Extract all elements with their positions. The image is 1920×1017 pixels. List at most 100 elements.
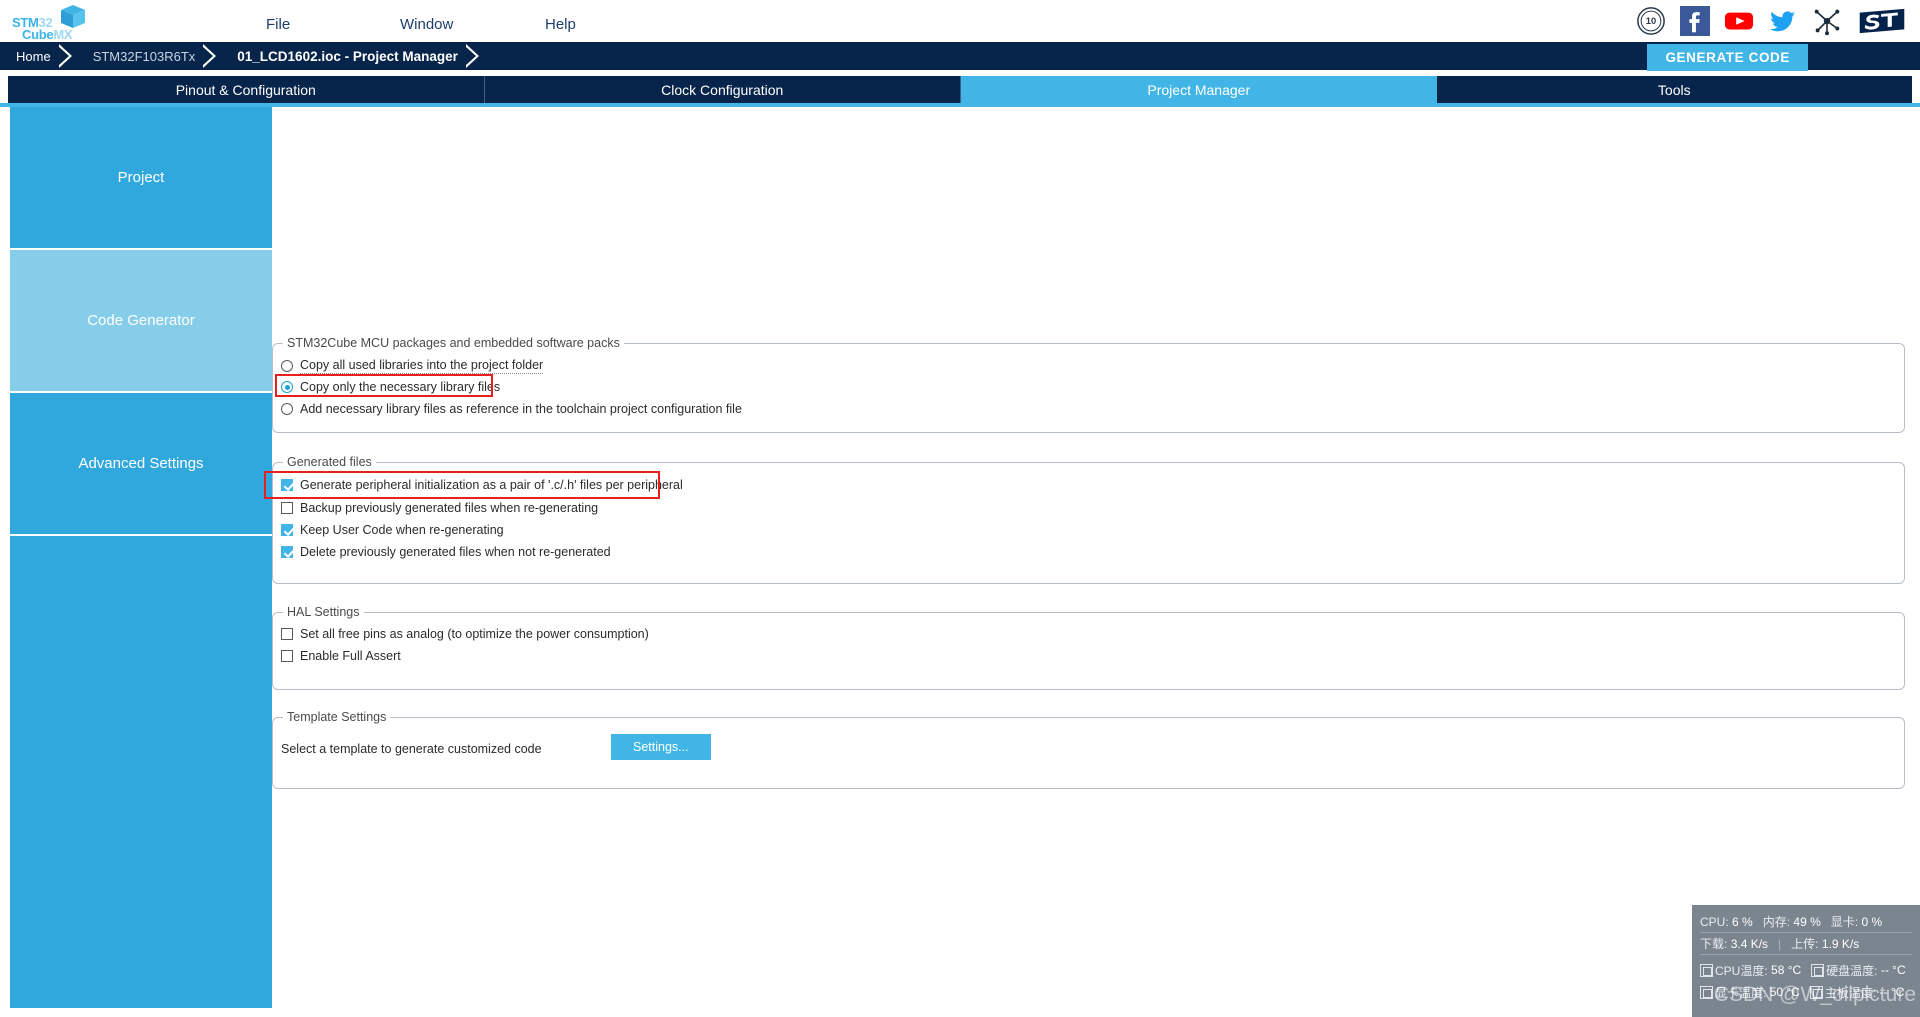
social-icon-bar: 10 [1636,4,1908,38]
checkbox-label: Keep User Code when re-generating [300,523,504,537]
memory-usage-label: 内存: [1762,915,1791,929]
breadcrumb-item-home[interactable]: Home [0,42,59,70]
checkbox-label: Set all free pins as analog (to optimize… [300,627,649,641]
main-tab-bar: Pinout & Configuration Clock Configurati… [8,76,1912,103]
sidebar-item-project[interactable]: Project [10,107,272,250]
gpu-card-icon [1700,985,1713,999]
system-monitor-network-row: 下载: 3.4 K/s | 上传: 1.9 K/s [1700,933,1912,955]
sidebar-item-advanced-settings[interactable]: Advanced Settings [10,393,272,536]
radio-add-library-as-reference[interactable]: Add necessary library files as reference… [281,402,742,416]
facebook-icon[interactable] [1680,6,1710,36]
stm32cubemx-logo: STM32 CubeMX [10,2,90,42]
checkbox-icon-checked [281,546,293,558]
hdd-temp-value: -- °C [1880,963,1906,977]
mcu-packages-group: STM32Cube MCU packages and embedded soft… [272,336,1905,433]
generate-code-button[interactable]: GENERATE CODE [1647,44,1808,71]
radio-label: Copy only the necessary library files [300,380,501,394]
checkbox-label: Backup previously generated files when r… [300,501,599,515]
checkbox-label: Delete previously generated files when n… [300,545,611,559]
breadcrumb-item-mcu[interactable]: STM32F103R6Tx [77,42,204,70]
gpu-temp-label: 显卡温度: [1715,985,1767,1000]
generated-files-group: Generated files Generate peripheral init… [264,455,1905,584]
tab-tools[interactable]: Tools [1436,76,1912,103]
system-monitor-temp-row-2: 显卡温度: 50 °C 主板温度: -- °C [1700,981,1912,1003]
tab-pinout-configuration[interactable]: Pinout & Configuration [8,76,485,103]
memory-usage-value: 49 % [1793,915,1821,929]
chevron-right-icon [58,42,77,70]
menu-file[interactable]: File [256,12,300,37]
radio-label: Add necessary library files as reference… [300,402,742,416]
template-settings-description: Select a template to generate customized… [281,742,542,756]
checkbox-label: Enable Full Assert [300,649,401,663]
tab-clock-configuration[interactable]: Clock Configuration [484,76,961,103]
gpu-temp-value: 50 °C [1769,985,1800,999]
checkbox-delete-previously-generated[interactable]: Delete previously generated files when n… [281,545,611,559]
download-value: 3.4 K/s [1730,937,1769,951]
menu-help[interactable]: Help [535,12,586,37]
harddisk-icon [1811,963,1825,977]
tab-project-manager[interactable]: Project Manager [961,76,1437,103]
checkbox-keep-user-code[interactable]: Keep User Code when re-generating [281,523,504,537]
cube-icon [61,5,85,28]
system-monitor-usage-row: CPU: 6 % 内存: 49 % 显卡: 0 % [1700,911,1912,933]
svg-text:10: 10 [1646,16,1656,26]
mb-temp-value: -- °C [1879,985,1905,999]
radio-label: Copy all used libraries into the project… [300,358,544,374]
radio-icon-selected [281,381,293,393]
mcu-packages-group-title: STM32Cube MCU packages and embedded soft… [283,336,624,350]
system-monitor-overlay: CPU: 6 % 内存: 49 % 显卡: 0 % 下载: 3.4 K/s | … [1692,905,1920,1017]
chevron-right-icon [203,42,221,70]
checkbox-backup-previously-generated[interactable]: Backup previously generated files when r… [281,501,598,515]
system-monitor-temp-row-1: CPU温度: 58 °C 硬盘温度: -- °C [1700,959,1912,981]
checkbox-icon [281,650,293,662]
sidebar-item-label: Code Generator [87,312,195,329]
checkbox-enable-full-assert[interactable]: Enable Full Assert [281,649,401,663]
project-manager-sidebar: Project Code Generator Advanced Settings [10,107,272,1010]
checkbox-icon [281,502,293,514]
logo-cube-text: Cube [22,27,54,42]
youtube-icon[interactable] [1724,6,1754,36]
sidebar-item-code-generator[interactable]: Code Generator [10,250,272,393]
radio-copy-necessary-library-files[interactable]: Copy only the necessary library files [281,380,500,394]
chevron-right-icon [465,42,484,70]
template-settings-group: Template Settings Select a template to g… [272,710,1905,789]
cpu-usage-value: 6 % [1732,914,1753,929]
cpu-usage-label: CPU: [1700,914,1729,929]
menu-bar: STM32 CubeMX File Window Help 10 [0,0,1920,42]
download-label: 下载: [1700,937,1728,951]
breadcrumb: Home STM32F103R6Tx 01_LCD1602.ioc - Proj… [0,42,1920,70]
ten-years-badge-icon[interactable]: 10 [1636,6,1666,36]
motherboard-icon [1809,985,1823,999]
menu-window[interactable]: Window [390,12,463,37]
radio-copy-all-libraries[interactable]: Copy all used libraries into the project… [281,358,544,374]
breadcrumb-item-project[interactable]: 01_LCD1602.ioc - Project Manager [221,42,466,70]
sidebar-item-label: Project [117,169,165,186]
divider: | [1778,936,1782,951]
template-settings-button[interactable]: Settings... [611,734,711,760]
radio-icon [281,403,293,415]
checkbox-set-free-pins-analog[interactable]: Set all free pins as analog (to optimize… [281,627,649,641]
hal-settings-group-title: HAL Settings [283,605,364,619]
hdd-temp-label: 硬盘温度: [1826,963,1878,978]
template-settings-group-title: Template Settings [283,710,391,724]
gpu-usage-label: 显卡: [1830,915,1859,929]
checkbox-generate-peripheral-init-pair[interactable]: Generate peripheral initialization as a … [281,478,683,492]
community-network-icon[interactable] [1812,6,1842,36]
hal-settings-group: HAL Settings Set all free pins as analog… [272,605,1905,690]
sidebar-item-empty[interactable] [10,536,272,1010]
cpu-temp-label: CPU温度: [1715,963,1768,978]
sidebar-item-label: Advanced Settings [78,455,204,472]
mb-temp-label: 主板温度: [1824,985,1877,1000]
checkbox-label: Generate peripheral initialization as a … [300,478,683,492]
st-logo-icon[interactable] [1856,6,1908,36]
upload-value: 1.9 K/s [1821,937,1860,951]
gpu-usage-value: 0 % [1861,915,1883,929]
generated-files-group-title: Generated files [283,455,376,469]
radio-icon [281,360,293,372]
checkbox-icon [281,628,293,640]
checkbox-icon-checked [281,479,293,491]
cpu-temp-value: 58 °C [1771,963,1802,977]
upload-label: 上传: [1791,937,1819,951]
twitter-icon[interactable] [1768,6,1798,36]
checkbox-icon-checked [281,524,293,536]
